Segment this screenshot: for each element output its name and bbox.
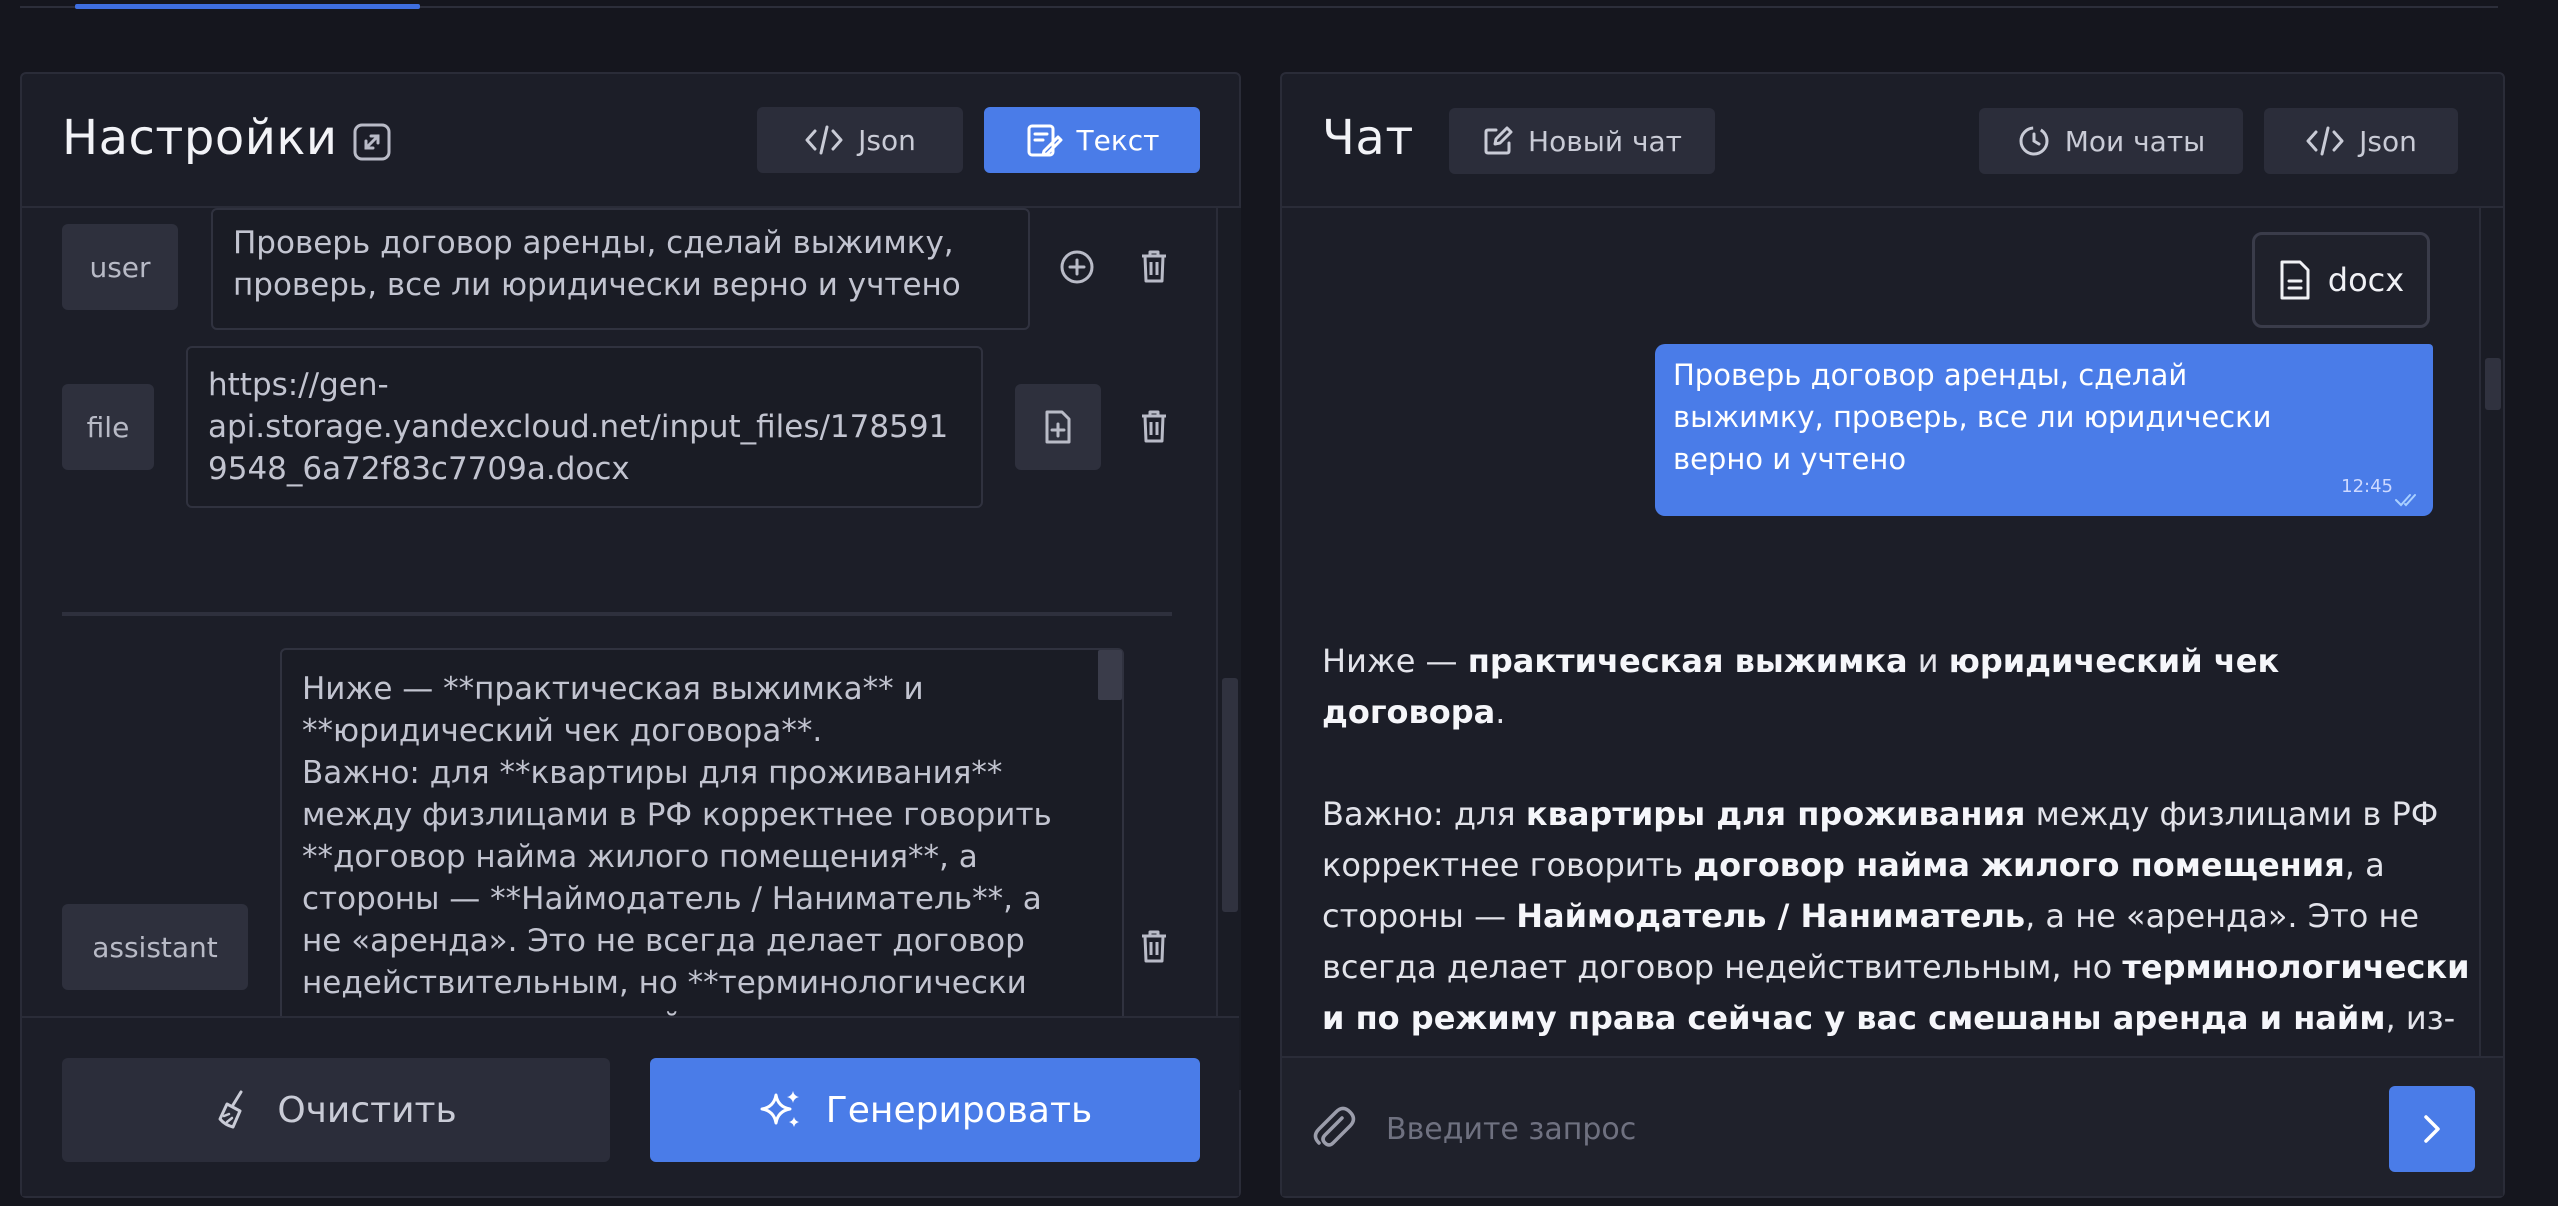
json-view-label: Json — [858, 123, 916, 157]
attachment-chip[interactable]: docx — [2252, 232, 2430, 328]
trash-icon[interactable] — [1136, 926, 1172, 966]
send-button[interactable] — [2389, 1086, 2475, 1172]
message-time: 12:45 — [2341, 476, 2393, 497]
chat-scrollbar-thumb[interactable] — [2485, 358, 2501, 410]
top-tab-underline — [20, 4, 2498, 9]
code-icon — [805, 125, 843, 155]
role-user[interactable]: user — [62, 224, 178, 310]
document-icon — [2280, 260, 2310, 300]
json-view-button[interactable]: Json — [757, 107, 963, 173]
code-icon — [2306, 126, 2344, 156]
settings-footer: Очистить Генерировать — [22, 1016, 1239, 1196]
messages-editor: user Проверь договор аренды, сделай выжи… — [22, 208, 1221, 1090]
broom-icon — [218, 1090, 243, 1129]
new-chat-label: Новый чат — [1528, 124, 1682, 158]
chat-json-label: Json — [2359, 124, 2417, 158]
generate-button[interactable]: Генерировать — [650, 1058, 1200, 1162]
chat-scrollbar[interactable] — [2479, 208, 2503, 1060]
trash-icon[interactable] — [1136, 246, 1172, 286]
section-divider — [62, 614, 1172, 616]
chat-input-bar — [1282, 1056, 2503, 1196]
my-chats-button[interactable]: Мои чаты — [1979, 108, 2243, 174]
generate-label: Генерировать — [825, 1089, 1093, 1131]
settings-title: Настройки — [62, 110, 338, 166]
text-edit-icon — [1027, 124, 1063, 157]
chat-input[interactable] — [1386, 1086, 2246, 1172]
paperclip-icon[interactable] — [1306, 1100, 1360, 1154]
clear-button[interactable]: Очистить — [62, 1058, 610, 1162]
reply-paragraph-1: Ниже — практическая выжимка и юридически… — [1322, 642, 2280, 731]
sparkles-icon — [760, 1091, 799, 1127]
chat-title: Чат — [1322, 110, 1414, 166]
arrow-right-icon — [2424, 1115, 2440, 1143]
file-add-icon — [1045, 410, 1071, 444]
chat-messages: docx Проверь договор аренды, сделай выжи… — [1282, 208, 2479, 1060]
user-message-bubble: Проверь договор аренды, сделай выжимку, … — [1655, 344, 2433, 516]
expand-icon[interactable] — [350, 120, 394, 164]
chat-json-button[interactable]: Json — [2264, 108, 2458, 174]
role-assistant[interactable]: assistant — [62, 904, 248, 990]
attachment-label: docx — [2327, 261, 2405, 299]
file-url-field[interactable]: https://gen- api.storage.yandexcloud.net… — [186, 346, 983, 508]
settings-panel: Настройки Json Текст user Проверь догово… — [20, 72, 1241, 1198]
text-view-label: Текст — [1076, 123, 1160, 157]
row-divider — [62, 612, 1172, 614]
settings-header: Настройки Json Текст — [22, 74, 1239, 208]
role-file[interactable]: file — [62, 384, 154, 470]
trash-icon[interactable] — [1136, 406, 1172, 446]
active-tab-indicator — [75, 4, 420, 9]
user-message-field[interactable]: Проверь договор аренды, сделай выжимку, … — [211, 208, 1030, 330]
field-scrollbar[interactable] — [1098, 650, 1122, 700]
settings-scrollbar-thumb[interactable] — [1222, 678, 1238, 912]
user-message-text: Проверь договор аренды, сделай выжимку, … — [1673, 358, 2272, 476]
chat-header: Чат Новый чат Мои чаты Json — [1282, 74, 2503, 208]
edit-icon — [1484, 126, 1513, 155]
text-view-button[interactable]: Текст — [984, 107, 1200, 173]
plus-circle-icon[interactable] — [1058, 248, 1096, 286]
chat-panel: Чат Новый чат Мои чаты Json docx Проверь… — [1280, 72, 2505, 1198]
settings-scrollbar[interactable] — [1216, 208, 1241, 1090]
clear-label: Очистить — [277, 1089, 457, 1131]
new-chat-button[interactable]: Новый чат — [1449, 108, 1715, 174]
reply-paragraph-2: Важно: для квартиры для проживания между… — [1322, 795, 2470, 1060]
my-chats-label: Мои чаты — [2064, 124, 2206, 158]
assistant-reply: Ниже — практическая выжимка и юридически… — [1322, 636, 2472, 1060]
attach-file-button[interactable] — [1015, 384, 1101, 470]
double-check-icon — [2395, 494, 2416, 507]
history-icon — [2019, 126, 2049, 156]
